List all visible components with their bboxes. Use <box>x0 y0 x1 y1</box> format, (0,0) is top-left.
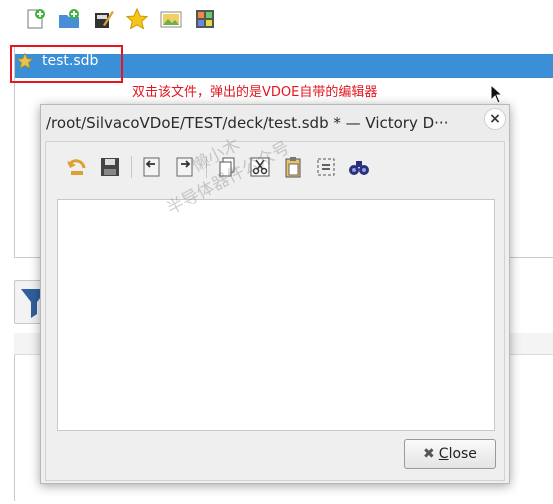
new-file-icon[interactable] <box>22 6 48 32</box>
dialog-close-icon[interactable]: × <box>484 108 506 130</box>
main-toolbar <box>22 6 218 32</box>
mouse-cursor-icon <box>490 84 504 104</box>
undo-icon[interactable] <box>63 153 91 181</box>
new-folder-icon[interactable] <box>56 6 82 32</box>
edit-icon[interactable] <box>90 6 116 32</box>
close-x-icon: ✖ <box>423 446 435 462</box>
layout-icon[interactable] <box>192 6 218 32</box>
annotation-text: 双击该文件，弹出的是VDOE自带的编辑器 <box>132 85 378 100</box>
toolbar-separator <box>131 156 132 178</box>
close-label: Close <box>438 446 477 462</box>
annotation-highlight-box <box>10 45 123 83</box>
favorite-star-icon[interactable] <box>124 6 150 32</box>
select-all-icon[interactable] <box>312 153 340 181</box>
close-button[interactable]: ✖ Close <box>404 439 496 469</box>
find-icon[interactable] <box>345 153 373 181</box>
save-icon[interactable] <box>96 153 124 181</box>
editor-text-area[interactable] <box>57 199 495 431</box>
image-icon[interactable] <box>158 6 184 32</box>
